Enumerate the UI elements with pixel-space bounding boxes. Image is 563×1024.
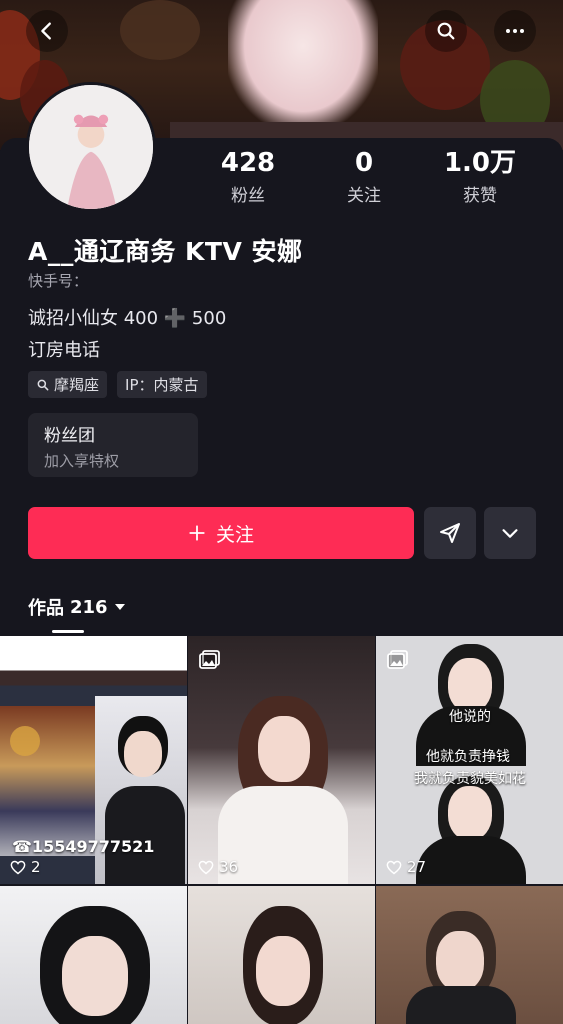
expand-button[interactable] [484,507,536,559]
image-post-icon [387,650,408,669]
work-likes-count: 27 [407,858,427,876]
follow-label: 关注 [215,523,254,546]
work-phone-overlay: ☎15549777521 [12,837,155,856]
profile-tags: 摩羯座 IP：内蒙古 [28,371,207,398]
work-caption: 我就负责貌美如花 [414,771,526,787]
tag-label: 摩羯座 [54,376,100,394]
fanclub-card[interactable]: 粉丝团 加入享特权 [28,413,198,477]
stat-following[interactable]: 0 关注 [306,147,422,206]
bio-line: 诚招小仙女 400 ➕ 500 [28,308,227,329]
tag-zodiac[interactable]: 摩羯座 [28,371,108,398]
work-thumbnail[interactable]: 他说的 他就负责挣钱 我就负责貌美如花 27 [376,636,563,884]
work-thumbnail[interactable]: 36 [188,636,375,884]
heart-icon [386,860,402,874]
work-thumbnail[interactable]: ☎15549777521 2 [0,636,187,884]
follow-button[interactable]: 关注 [28,507,414,559]
heart-icon [10,860,26,874]
work-thumbnail[interactable] [188,886,375,1024]
work-caption: 他就负责挣钱 [426,749,510,765]
back-arrow-icon [41,22,51,40]
work-likes: 2 [10,858,41,876]
fanclub-title: 粉丝团 [44,426,95,446]
stat-value: 428 [220,148,276,178]
stat-likes[interactable]: 1.0万 获赞 [422,147,538,206]
profile-name: A__通辽商务 KTV 安娜 [28,237,303,266]
tag-ip-location: IP：内蒙古 [117,371,207,398]
work-caption: 他说的 [449,709,491,725]
works-grid: ☎15549777521 2 36 他说的 他就负责挣钱 我就负责貌美如花 27 [0,636,563,1024]
image-post-icon [199,650,220,669]
work-thumbnail[interactable] [0,886,187,1024]
stat-value: 1.0万 [443,148,517,178]
more-button[interactable] [494,10,536,52]
work-likes-count: 2 [31,858,41,876]
fanclub-subtitle: 加入享特权 [44,452,120,470]
search-button[interactable] [425,10,467,52]
kuaishou-id: 快手号： [28,272,89,290]
search-icon [437,22,455,40]
more-icon [506,29,524,33]
share-button[interactable] [424,507,476,559]
tag-label: IP：内蒙古 [125,376,199,394]
chevron-down-icon [502,529,518,538]
stat-followers[interactable]: 428 粉丝 [190,147,306,206]
avatar[interactable] [26,82,156,212]
tab-works[interactable]: 作品 216 [28,594,126,620]
tab-works-count: 216 [70,596,108,618]
send-icon [440,523,460,543]
profile-stats: 428 粉丝 0 关注 1.0万 获赞 [190,147,550,206]
tab-works-label: 作品 [28,598,64,619]
stat-label: 粉丝 [231,186,265,206]
back-button[interactable] [26,10,68,52]
tab-indicator [52,630,84,633]
work-likes: 27 [386,858,426,876]
search-icon [37,379,49,390]
caret-down-icon [114,604,125,610]
work-likes-count: 36 [219,858,239,876]
bio-line: 订房电话 [28,340,100,361]
plus-icon [189,525,205,541]
stat-label: 获赞 [463,186,497,206]
work-thumbnail[interactable] [376,886,563,1024]
stat-value: 0 [354,148,374,178]
stat-label: 关注 [347,186,381,206]
heart-icon [198,860,214,874]
work-likes: 36 [198,858,238,876]
